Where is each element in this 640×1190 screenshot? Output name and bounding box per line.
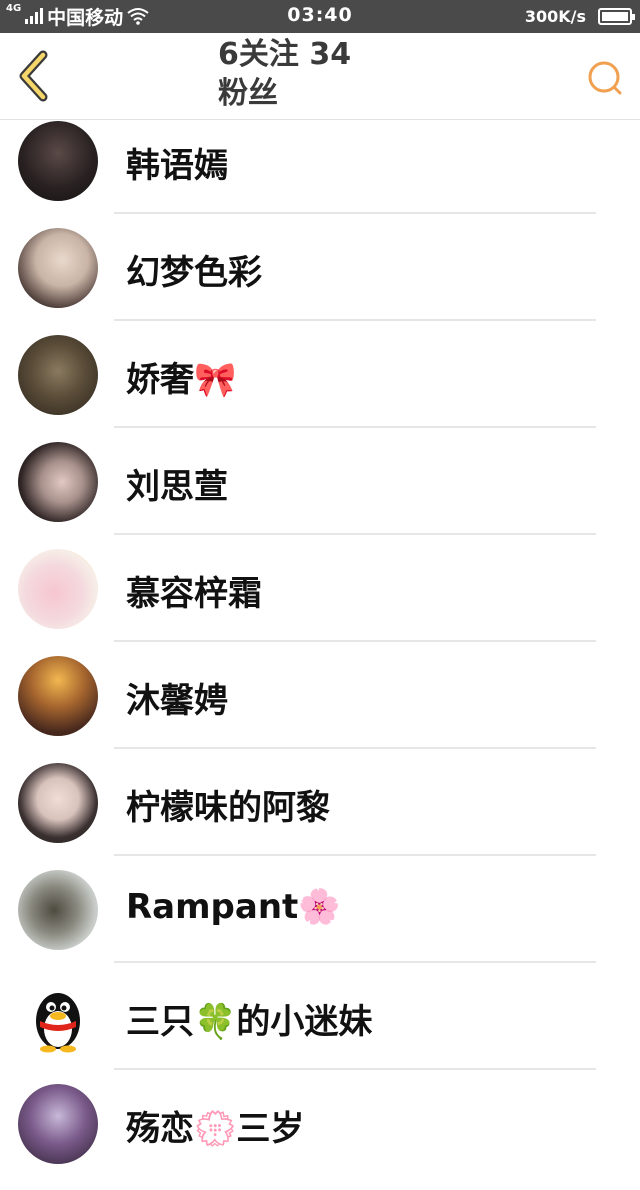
divider bbox=[114, 212, 596, 214]
qq-penguin-icon bbox=[36, 993, 80, 1053]
list-item[interactable]: 三只🍀的小迷妹 bbox=[0, 976, 640, 1083]
divider bbox=[114, 1068, 596, 1070]
follower-name: 幻梦色彩 bbox=[126, 253, 262, 293]
divider bbox=[114, 426, 596, 428]
follower-name: 沐馨娉 bbox=[126, 681, 228, 721]
avatar bbox=[18, 763, 98, 843]
battery-icon bbox=[598, 7, 635, 25]
title-line-2: 粉丝 bbox=[218, 76, 278, 111]
follower-name: 殇恋💮三岁 bbox=[126, 1109, 305, 1149]
follower-name: 慕容梓霜 bbox=[126, 574, 262, 614]
avatar bbox=[18, 335, 98, 415]
divider bbox=[114, 533, 596, 535]
follower-name: 韩语嫣 bbox=[126, 146, 228, 186]
divider bbox=[114, 961, 596, 963]
avatar bbox=[18, 977, 98, 1057]
status-bar: 4G 中国移动 03:40 300K/s bbox=[0, 0, 640, 33]
list-item[interactable]: 柠檬味的阿黎 bbox=[0, 762, 640, 869]
status-right: 300K/s bbox=[524, 4, 635, 28]
divider bbox=[114, 747, 596, 749]
list-item[interactable]: 殇恋💮三岁 bbox=[0, 1083, 640, 1190]
list-item[interactable]: 娇奢🎀 bbox=[0, 334, 640, 441]
follower-name: 刘思萱 bbox=[126, 467, 228, 507]
divider bbox=[114, 640, 596, 642]
avatar bbox=[18, 121, 98, 201]
list-item[interactable]: Rampant🌸 bbox=[0, 869, 640, 976]
avatar bbox=[18, 1084, 98, 1164]
avatar bbox=[18, 656, 98, 736]
divider bbox=[114, 319, 596, 321]
follower-name: Rampant🌸 bbox=[126, 887, 341, 927]
header: 6关注 34 粉丝 bbox=[0, 33, 640, 120]
back-button[interactable] bbox=[10, 49, 58, 105]
follower-name: 三只🍀的小迷妹 bbox=[126, 1002, 373, 1042]
list-item[interactable]: 慕容梓霜 bbox=[0, 548, 640, 655]
list-item[interactable]: 幻梦色彩 bbox=[0, 227, 640, 334]
chevron-left-icon bbox=[19, 50, 48, 102]
search-button[interactable] bbox=[584, 59, 628, 99]
follower-name: 娇奢🎀 bbox=[126, 360, 237, 400]
divider bbox=[114, 854, 596, 856]
network-speed: 300K/s bbox=[524, 6, 586, 26]
follower-name: 柠檬味的阿黎 bbox=[126, 788, 330, 828]
title-line-1: 6关注 34 bbox=[218, 37, 352, 72]
avatar bbox=[18, 442, 98, 522]
avatar bbox=[18, 549, 98, 629]
page-title: 6关注 34 粉丝 bbox=[218, 35, 438, 113]
list-item[interactable]: 沐馨娉 bbox=[0, 655, 640, 762]
avatar bbox=[18, 870, 98, 950]
list-item[interactable]: 韩语嫣 bbox=[0, 120, 640, 227]
avatar bbox=[18, 228, 98, 308]
search-icon bbox=[588, 61, 622, 95]
list-item[interactable]: 刘思萱 bbox=[0, 441, 640, 548]
